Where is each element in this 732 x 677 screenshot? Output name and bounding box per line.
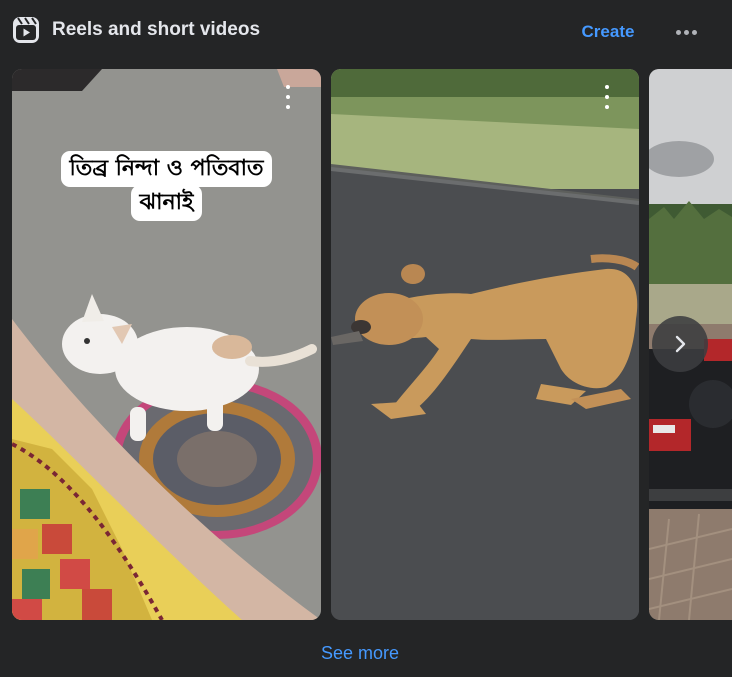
reel-card[interactable]: তিব্র নিন্দা ও পতিবাত ঝানাই <box>12 69 321 620</box>
caption-line: ঝানাই <box>130 185 203 221</box>
reel-caption: তিব্র নিন্দা ও পতিবাত ঝানাই <box>12 151 321 221</box>
section-title: Reels and short videos <box>52 19 261 40</box>
more-vertical-icon <box>605 85 609 89</box>
section-header: Reels and short videos Create <box>0 0 732 62</box>
more-horizontal-icon <box>675 29 681 35</box>
reel-card[interactable] <box>331 69 639 620</box>
next-button[interactable] <box>652 316 708 372</box>
chevron-right-icon <box>675 335 686 353</box>
reel-options-button[interactable] <box>278 85 298 109</box>
caption-line: তিব্র নিন্দা ও পতিবাত <box>60 151 273 187</box>
more-options-button[interactable] <box>668 14 704 50</box>
reel-options-button[interactable] <box>597 85 617 109</box>
reels-icon <box>13 17 39 43</box>
create-button[interactable]: Create <box>566 14 650 50</box>
reel-thumbnail <box>331 69 639 620</box>
more-vertical-icon <box>286 85 290 89</box>
see-more-link[interactable]: See more <box>310 637 410 669</box>
